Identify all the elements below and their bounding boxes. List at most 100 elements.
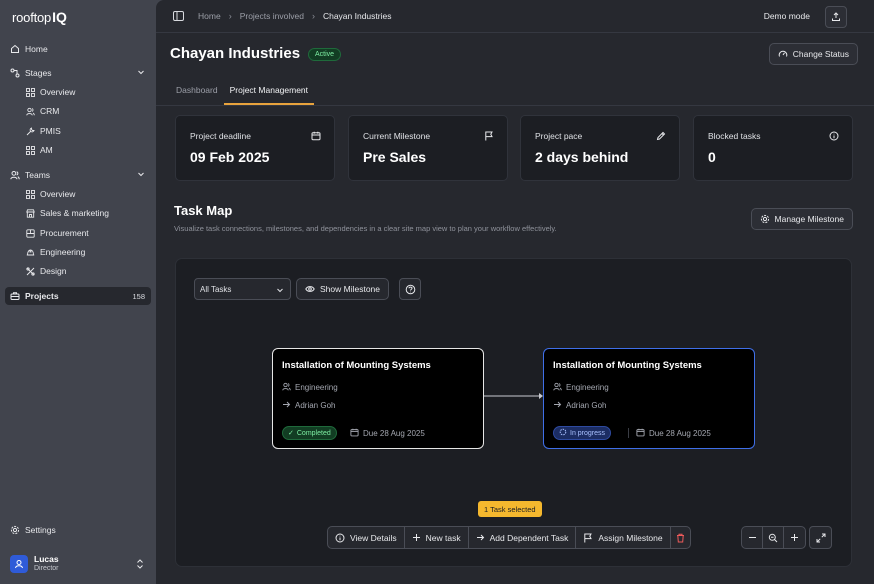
user-name: Lucas: [34, 554, 59, 564]
calendar-icon: [311, 131, 321, 143]
delete-task-button[interactable]: [671, 527, 690, 548]
plus-icon: [791, 534, 798, 541]
card-project-deadline: Project deadline 09 Feb 2025: [175, 115, 335, 181]
breadcrumb-projects[interactable]: Projects involved: [240, 11, 304, 21]
sidebar-item-sales-marketing[interactable]: Sales & marketing: [5, 204, 151, 222]
main-panel: Home › Projects involved › Chayan Indust…: [156, 0, 874, 584]
trash-icon: [676, 533, 684, 542]
export-icon: [832, 12, 840, 21]
calendar-icon: [350, 428, 359, 439]
grid-icon: [25, 145, 35, 155]
task-due-date: Due 28 Aug 2025: [363, 428, 425, 438]
home-icon: [10, 44, 20, 54]
task-action-bar: View Details New task Add Dependent Task…: [327, 526, 691, 549]
zoom-out-button[interactable]: [742, 527, 763, 548]
users-icon: [25, 106, 35, 116]
breadcrumb-home[interactable]: Home: [198, 11, 221, 21]
tab-project-management[interactable]: Project Management: [223, 78, 315, 105]
sidebar-item-am[interactable]: AM: [5, 141, 151, 159]
hardhat-icon: [25, 247, 35, 257]
task-node-completed[interactable]: Installation of Mounting Systems Enginee…: [272, 348, 484, 449]
sidebar-item-pmis[interactable]: PMIS: [5, 122, 151, 140]
task-map-title: Task Map: [174, 203, 233, 218]
flag-icon: [584, 533, 593, 542]
wrench-icon: [25, 126, 35, 136]
task-due-date: Due 28 Aug 2025: [649, 428, 711, 438]
check-icon: ✓: [288, 430, 294, 437]
sidebar: rooftop IQ Home Stages Overview CRM PMIS …: [0, 0, 156, 584]
grid-icon: [25, 189, 35, 199]
plus-icon: [412, 534, 420, 541]
chevron-right-icon: ›: [228, 11, 232, 21]
dependency-arrow: [483, 393, 543, 399]
sidebar-item-engineering[interactable]: Engineering: [5, 243, 151, 261]
task-node-in-progress[interactable]: Installation of Mounting Systems Enginee…: [543, 348, 755, 449]
sidebar-item-crm[interactable]: CRM: [5, 102, 151, 120]
sidebar-item-procurement[interactable]: Procurement: [5, 224, 151, 242]
calendar-icon: [636, 428, 645, 439]
page-title: Chayan Industries: [170, 45, 301, 62]
selection-count-badge: 1 Task selected: [478, 501, 542, 517]
sidebar-group-stages[interactable]: Stages: [5, 64, 151, 82]
help-icon: [405, 284, 415, 294]
info-icon: [335, 533, 345, 542]
design-icon: [25, 266, 35, 276]
task-filter-select[interactable]: All Tasks: [194, 278, 291, 300]
gear-icon: [10, 525, 20, 535]
show-milestone-button[interactable]: Show Milestone: [296, 278, 390, 300]
zoom-fit-button[interactable]: [763, 527, 784, 548]
status-badge-in-progress: In progress: [553, 426, 612, 440]
sidebar-toggle-icon[interactable]: [173, 11, 184, 21]
task-team: Engineering: [566, 383, 609, 392]
status-badge-completed: ✓ Completed: [282, 426, 337, 440]
gauge-icon: [778, 50, 788, 57]
demo-mode-label: Demo mode: [763, 11, 810, 21]
briefcase-icon: [10, 291, 20, 301]
sidebar-item-home[interactable]: Home: [5, 40, 151, 58]
sidebar-group-teams[interactable]: Teams: [5, 166, 151, 184]
users-icon: [553, 382, 562, 393]
task-assignee: Adrian Goh: [295, 401, 336, 410]
projects-count: 158: [132, 291, 145, 301]
chevron-down-icon: [276, 286, 284, 296]
zoom-icon: [768, 533, 778, 542]
change-status-button[interactable]: Change Status: [768, 43, 858, 65]
app-logo[interactable]: rooftop IQ: [12, 9, 67, 25]
sidebar-item-settings[interactable]: Settings: [5, 521, 151, 539]
add-dependent-task-button[interactable]: Add Dependent Task: [469, 527, 577, 548]
box-icon: [25, 228, 35, 238]
eye-icon: [305, 286, 315, 292]
help-button[interactable]: [399, 278, 421, 300]
fullscreen-button[interactable]: [809, 526, 832, 549]
tab-dashboard[interactable]: Dashboard: [170, 78, 224, 105]
sidebar-item-teams-overview[interactable]: Overview: [5, 185, 151, 203]
manage-milestone-button[interactable]: Manage Milestone: [750, 208, 853, 230]
sidebar-item-design[interactable]: Design: [5, 262, 151, 280]
assign-milestone-button[interactable]: Assign Milestone: [576, 527, 671, 548]
chevron-right-icon: ›: [311, 11, 315, 21]
zoom-controls: [741, 526, 806, 549]
divider: [156, 105, 874, 106]
chevron-updown-icon[interactable]: [136, 559, 144, 571]
topbar: Home › Projects involved › Chayan Indust…: [156, 0, 874, 33]
sidebar-item-stages-overview[interactable]: Overview: [5, 83, 151, 101]
avatar: [10, 555, 28, 573]
sidebar-item-projects[interactable]: Projects 158: [5, 287, 151, 305]
pencil-icon: [656, 131, 666, 143]
users-icon: [282, 382, 291, 393]
flag-icon: [484, 131, 494, 143]
view-details-button[interactable]: View Details: [328, 527, 405, 548]
gear-icon: [760, 214, 769, 224]
arrow-right-icon: [476, 534, 484, 541]
zoom-in-button[interactable]: [784, 527, 805, 548]
task-team: Engineering: [295, 383, 338, 392]
user-profile[interactable]: Lucas Director: [10, 555, 59, 573]
user-icon: [15, 560, 23, 569]
task-map-canvas[interactable]: All Tasks Show Milestone Installation of…: [175, 258, 852, 567]
loader-icon: [559, 428, 567, 438]
grid-icon: [25, 87, 35, 97]
demo-mode-button[interactable]: [825, 6, 847, 28]
new-task-button[interactable]: New task: [405, 527, 469, 548]
arrow-right-icon: [553, 400, 562, 411]
tab-bar: Dashboard Project Management: [170, 78, 315, 105]
